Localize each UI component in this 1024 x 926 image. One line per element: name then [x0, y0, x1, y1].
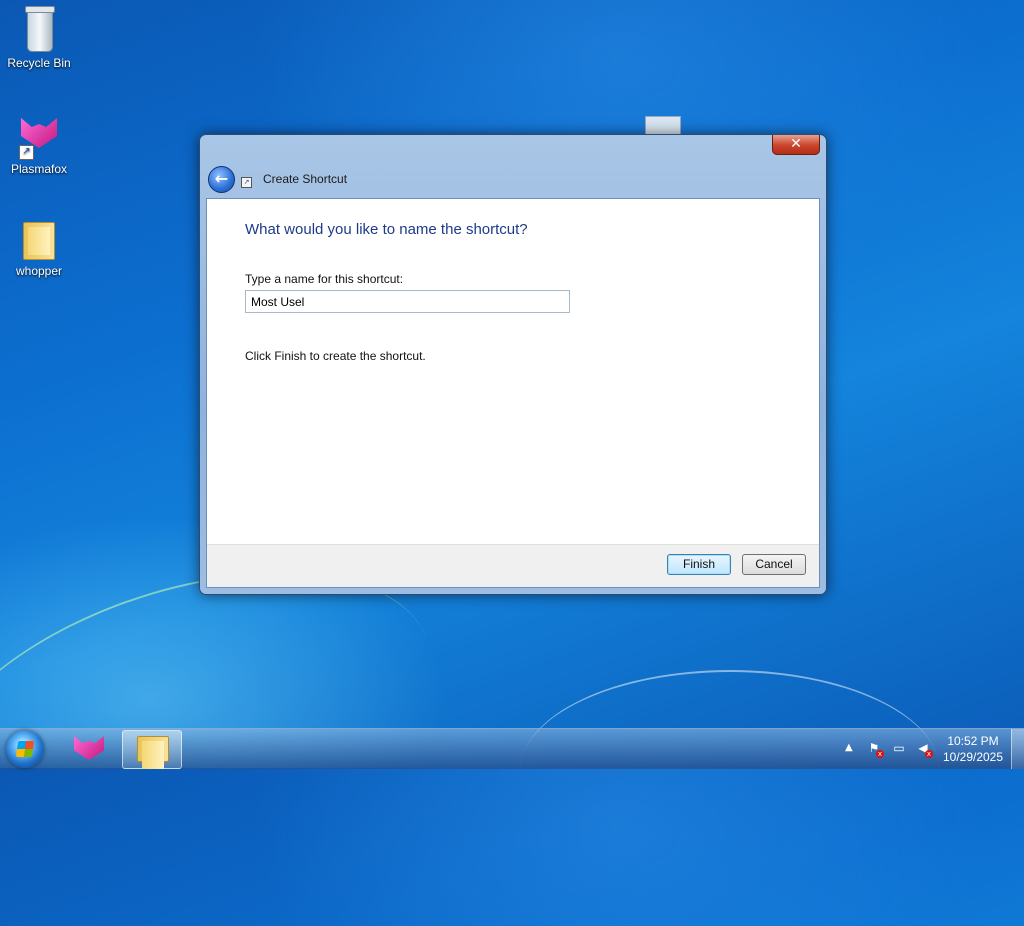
finish-button[interactable]: Finish — [667, 554, 731, 575]
plasmafox-icon: ↗ — [15, 112, 63, 160]
taskbar-windows-explorer[interactable] — [122, 730, 182, 769]
volume-muted-icon[interactable]: ◀ x — [915, 740, 933, 758]
dialog-footer: Finish Cancel — [207, 544, 819, 587]
plasmafox-icon — [74, 736, 104, 760]
desktop-icon-plasmafox[interactable]: ↗ Plasmafox — [0, 112, 78, 176]
show-hidden-icons-button[interactable]: ▲ — [845, 742, 853, 753]
shortcut-name-input[interactable] — [245, 290, 570, 313]
windows-logo-icon — [15, 741, 35, 757]
shortcut-arrow-icon: ↗ — [19, 145, 34, 160]
start-button[interactable] — [6, 730, 44, 768]
wallpaper-swoosh — [520, 670, 940, 872]
back-arrow-icon[interactable]: ← — [208, 166, 235, 193]
close-button[interactable]: ✕ — [772, 135, 820, 155]
desktop-icon-whopper[interactable]: whopper — [0, 214, 78, 278]
finish-instructions: Click Finish to create the shortcut. — [245, 349, 426, 363]
taskbar: ▲ ⚑ x ▭ ◀ x 10:52 PM 10/29/2025 — [0, 728, 1024, 769]
page-heading: What would you like to name the shortcut… — [245, 221, 528, 238]
create-shortcut-dialog: ✕ ← ↗ Create Shortcut What would you lik… — [199, 134, 827, 595]
clock-date: 10/29/2025 — [942, 750, 1004, 764]
desktop-icon-label: whopper — [15, 264, 63, 278]
shortcut-icon: ↗ — [241, 177, 252, 188]
action-center-flag-icon[interactable]: ⚑ x — [866, 740, 884, 758]
desktop-icon-recycle-bin[interactable]: Recycle Bin — [0, 6, 78, 70]
cancel-button[interactable]: Cancel — [742, 554, 806, 575]
desktop-icon-label: Plasmafox — [10, 162, 68, 176]
taskbar-plasmafox[interactable] — [64, 731, 116, 767]
dialog-title: Create Shortcut — [263, 172, 348, 186]
recycle-bin-icon — [15, 6, 63, 54]
wizard-content: What would you like to name the shortcut… — [206, 198, 820, 588]
folder-icon — [137, 736, 169, 769]
network-icon[interactable]: ▭ — [891, 740, 907, 756]
show-desktop-button[interactable] — [1011, 729, 1024, 769]
clock[interactable]: 10:52 PM 10/29/2025 — [936, 733, 1010, 765]
desktop-icon-label: Recycle Bin — [7, 56, 71, 70]
clock-time: 10:52 PM — [947, 734, 999, 748]
folder-icon — [15, 214, 63, 262]
name-field-label: Type a name for this shortcut: — [245, 272, 404, 286]
